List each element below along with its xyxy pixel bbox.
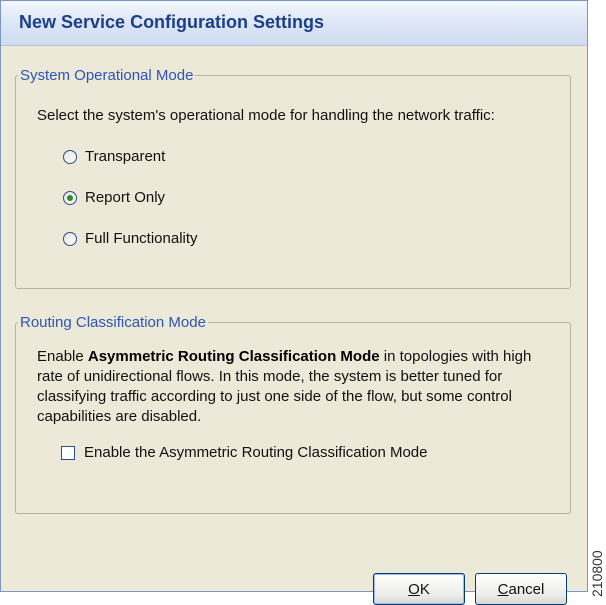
asymmetric-routing-checkbox[interactable]: [61, 445, 75, 460]
cancel-label-rest: ancel: [508, 580, 545, 598]
desc-prefix: Enable: [37, 348, 88, 365]
radio-button-icon[interactable]: [63, 231, 77, 246]
radio-transparent-label[interactable]: Transparent: [85, 148, 165, 165]
asymmetric-routing-checkbox-label[interactable]: Enable the Asymmetric Routing Classifica…: [84, 444, 428, 461]
routing-mode-description: Enable Asymmetric Routing Classification…: [37, 347, 557, 427]
title-bar[interactable]: New Service Configuration Settings: [1, 1, 587, 46]
desc-bold-term: Asymmetric Routing Classification Mode: [87, 348, 380, 365]
dialog-title: New Service Configuration Settings: [19, 12, 325, 32]
radio-report-only[interactable]: Report Only: [63, 189, 165, 206]
asymmetric-routing-checkbox-row[interactable]: Enable the Asymmetric Routing Classifica…: [61, 444, 428, 461]
dialog-window: New Service Configuration Settings Syste…: [0, 0, 588, 592]
figure-id-label: 210800: [589, 550, 605, 597]
ok-mnemonic: O: [408, 580, 420, 598]
radio-selected-dot: [67, 194, 73, 201]
system-mode-legend: System Operational Mode: [20, 67, 194, 84]
ok-label-rest: K: [419, 580, 430, 598]
system-operational-mode-group: System Operational Mode: [15, 67, 571, 289]
radio-button-icon[interactable]: [63, 149, 77, 164]
routing-mode-legend: Routing Classification Mode: [20, 314, 206, 331]
cancel-button[interactable]: Cancel: [475, 573, 567, 605]
ok-button[interactable]: OK: [373, 573, 465, 605]
radio-full-functionality-label[interactable]: Full Functionality: [85, 230, 198, 247]
system-mode-prompt: Select the system's operational mode for…: [37, 107, 495, 124]
radio-report-only-label[interactable]: Report Only: [85, 189, 165, 206]
radio-transparent[interactable]: Transparent: [63, 148, 165, 165]
radio-full-functionality[interactable]: Full Functionality: [63, 230, 198, 247]
cancel-mnemonic: C: [497, 580, 509, 598]
radio-button-icon[interactable]: [63, 190, 77, 205]
